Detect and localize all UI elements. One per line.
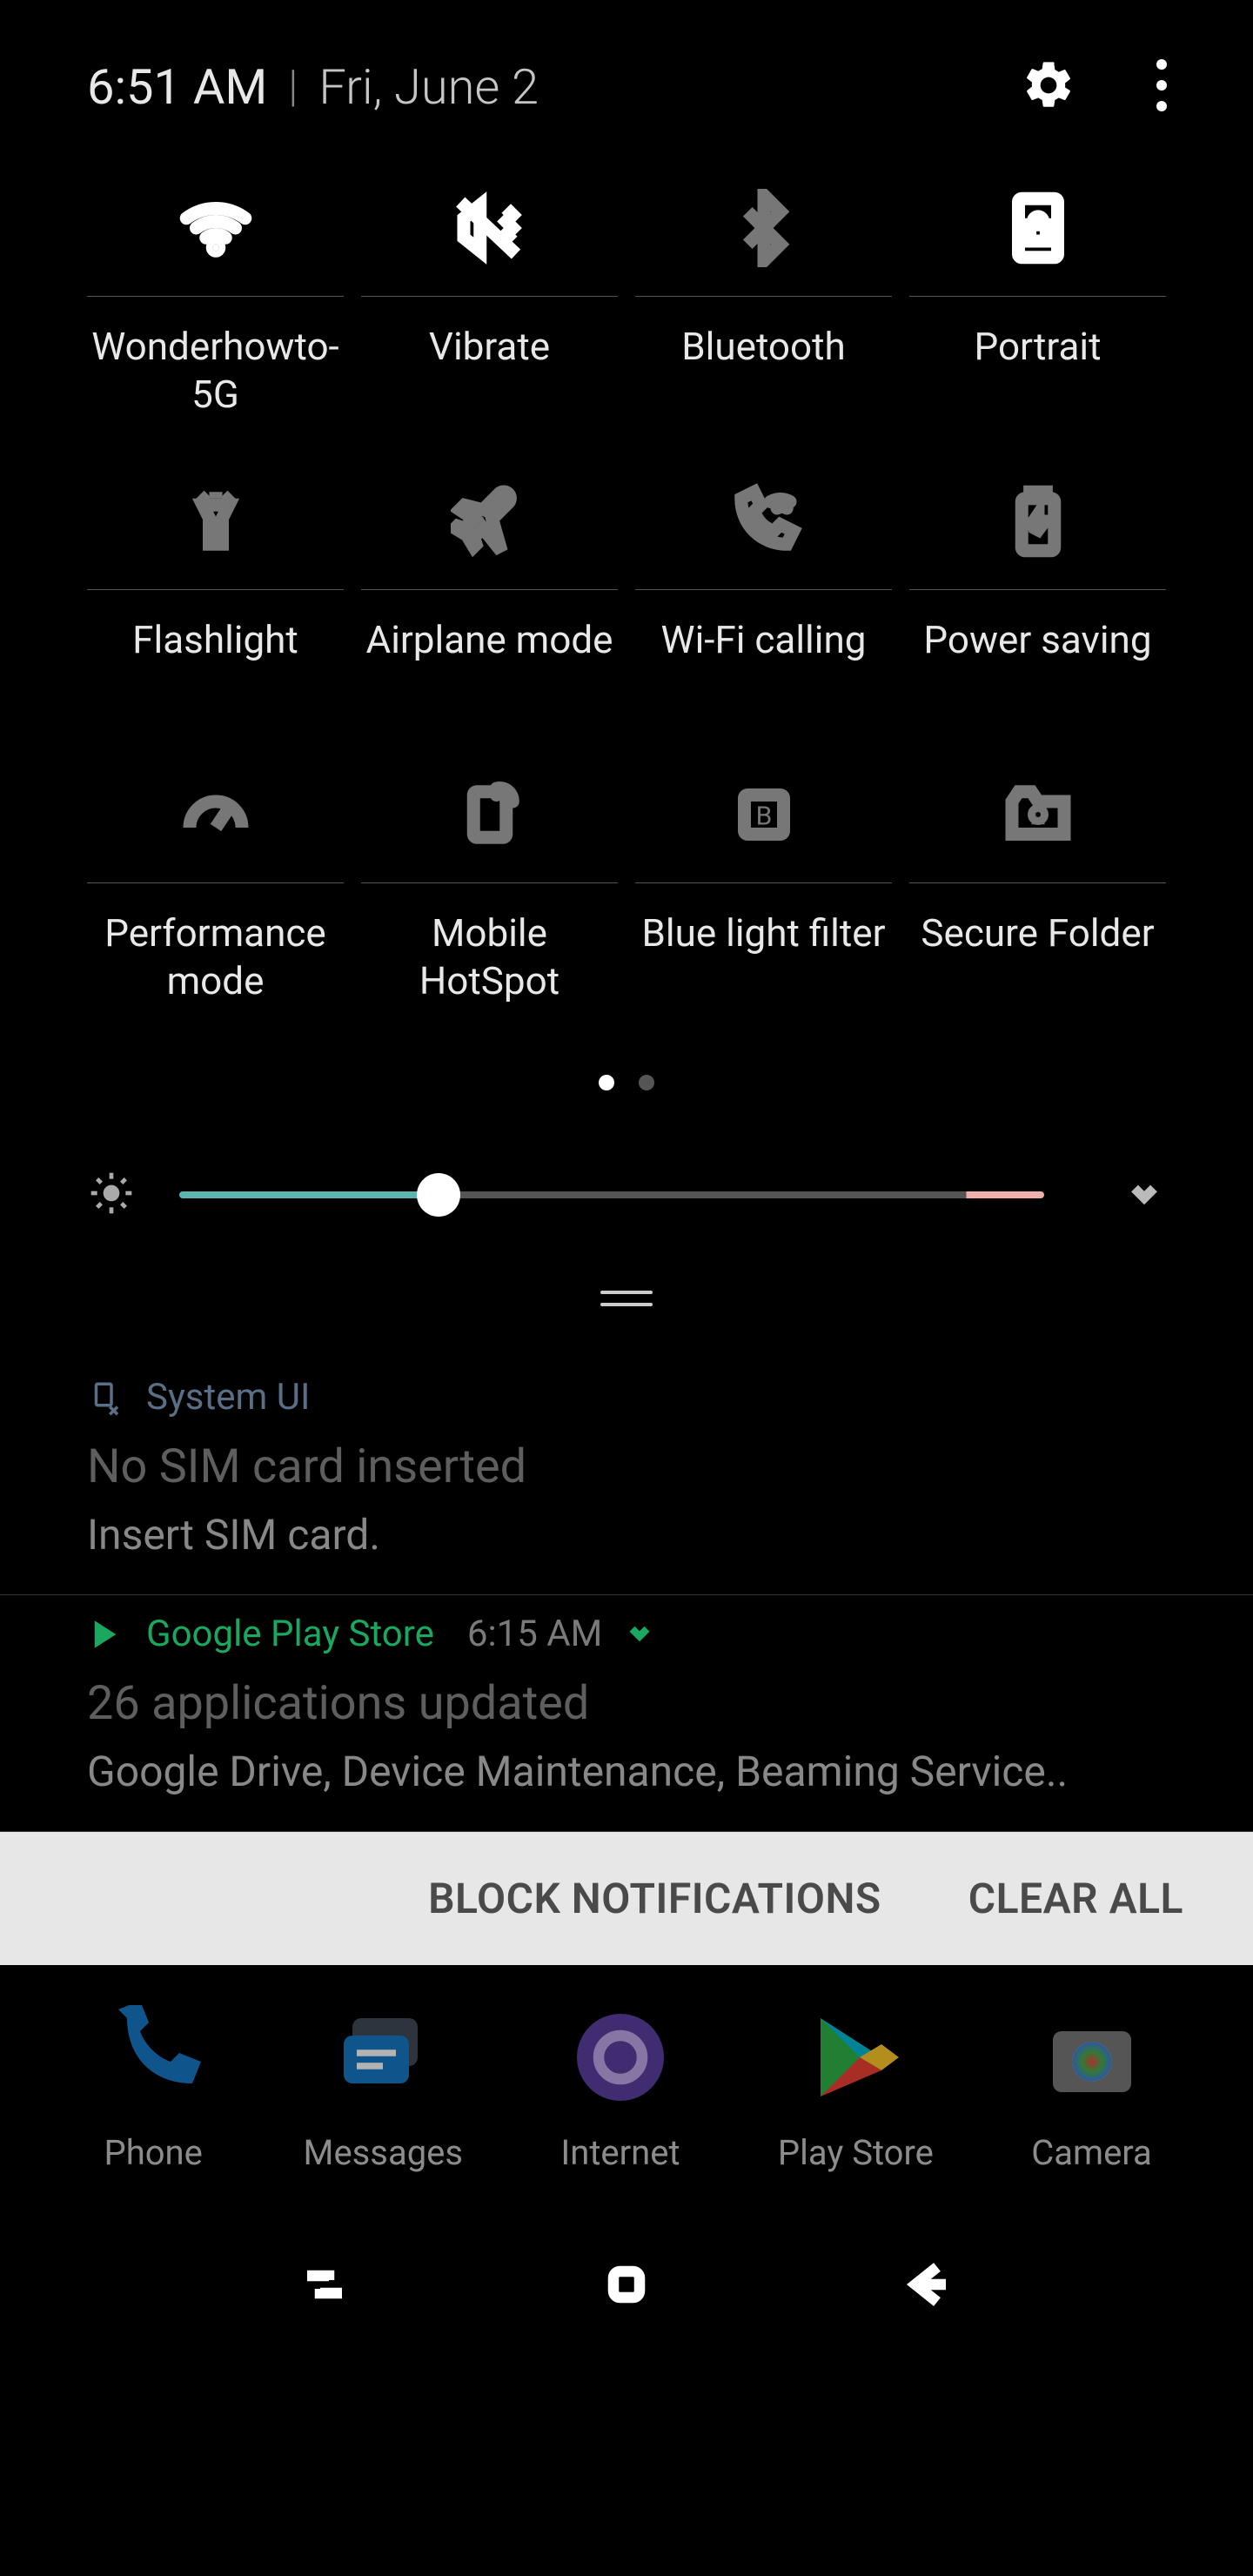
notification-time: 6:15 AM xyxy=(467,1613,602,1655)
qs-tile-power-saving[interactable]: Power saving xyxy=(909,471,1166,712)
notification-title: 26 applications updated xyxy=(87,1676,1166,1731)
qs-label: Flashlight xyxy=(132,616,298,712)
qs-tile-wifi-calling[interactable]: Wi-Fi calling xyxy=(635,471,892,712)
brightness-row xyxy=(0,1090,1253,1247)
nav-home[interactable] xyxy=(600,2258,653,2314)
dock-label: Camera xyxy=(1031,2132,1152,2173)
qs-tile-bluetooth[interactable]: Bluetooth xyxy=(635,178,892,419)
play-store-icon xyxy=(803,2005,908,2113)
qs-label: Performance mode xyxy=(87,909,344,1005)
notification-app-name: System UI xyxy=(146,1376,310,1419)
qs-tile-wifi[interactable]: Wonderhowto-5G xyxy=(87,178,344,419)
notification-body: Insert SIM card. xyxy=(87,1510,1166,1560)
qs-tile-secure-folder[interactable]: Secure Folder xyxy=(909,764,1166,1005)
recents-icon xyxy=(298,2298,351,2314)
settings-button[interactable] xyxy=(1009,48,1088,126)
dock-label: Messages xyxy=(304,2132,464,2173)
messages-icon xyxy=(331,2005,435,2113)
notification-actions: BLOCK NOTIFICATIONS CLEAR ALL xyxy=(0,1832,1253,1965)
power-saving-icon xyxy=(999,482,1077,564)
secure-folder-icon xyxy=(999,775,1077,857)
sim-missing-icon xyxy=(87,1379,124,1416)
qs-label: Airplane mode xyxy=(365,616,613,712)
qs-label: Mobile HotSpot xyxy=(361,909,618,1005)
qs-tile-bluelight[interactable]: B Blue light filter xyxy=(635,764,892,1005)
dock-camera[interactable]: Camera xyxy=(1031,2007,1152,2173)
internet-icon xyxy=(568,2005,673,2113)
brightness-slider[interactable] xyxy=(179,1191,1044,1198)
app-dock: Phone Messages Internet Play Store Camer… xyxy=(0,1965,1253,2208)
brightness-expand[interactable] xyxy=(1122,1173,1166,1217)
clock-time: 6:51 AM xyxy=(87,58,267,116)
notification-body: Google Drive, Device Maintenance, Beamin… xyxy=(87,1747,1166,1796)
dock-label: Internet xyxy=(560,2132,680,2173)
slider-thumb[interactable] xyxy=(417,1173,460,1217)
auto-brightness-button[interactable] xyxy=(87,1169,136,1221)
dock-label: Phone xyxy=(104,2132,202,2173)
pager-dot-active xyxy=(599,1075,614,1090)
flashlight-icon xyxy=(177,482,255,564)
time-date-divider: | xyxy=(288,62,298,112)
dock-label: Play Store xyxy=(778,2132,934,2173)
qs-label: Blue light filter xyxy=(642,909,886,1005)
bluetooth-icon xyxy=(725,189,803,271)
vibrate-icon xyxy=(451,189,529,271)
block-notifications-button[interactable]: BLOCK NOTIFICATIONS xyxy=(428,1874,881,1923)
qs-tile-vibrate[interactable]: Vibrate xyxy=(361,178,618,419)
notification-app-name: Google Play Store xyxy=(146,1613,434,1655)
dock-messages[interactable]: Messages xyxy=(304,2007,464,2173)
qs-tile-airplane[interactable]: Airplane mode xyxy=(361,471,618,712)
more-vert-icon xyxy=(1156,59,1167,115)
airplane-icon xyxy=(451,482,529,564)
pager-dots xyxy=(0,1040,1253,1090)
hotspot-icon xyxy=(451,775,529,857)
qs-label: Secure Folder xyxy=(921,909,1154,1005)
qs-label: Power saving xyxy=(923,616,1151,712)
brightness-icon xyxy=(87,1204,136,1221)
gear-icon xyxy=(1021,57,1076,117)
qs-label: Portrait xyxy=(974,323,1101,419)
qs-tile-hotspot[interactable]: Mobile HotSpot xyxy=(361,764,618,1005)
qs-tile-performance[interactable]: Performance mode xyxy=(87,764,344,1005)
pager-dot xyxy=(639,1075,654,1090)
camera-icon xyxy=(1040,2005,1144,2113)
dock-internet[interactable]: Internet xyxy=(560,2007,680,2173)
more-button[interactable] xyxy=(1122,48,1201,126)
clear-all-button[interactable]: CLEAR ALL xyxy=(968,1874,1183,1923)
notification-play-store[interactable]: Google Play Store 6:15 AM 26 application… xyxy=(0,1595,1253,1832)
phone-icon xyxy=(101,2005,205,2113)
quick-settings-grid: Wonderhowto-5G Vibrate Bluetooth Portrai… xyxy=(0,131,1253,1040)
chevron-down-icon xyxy=(1125,1174,1163,1216)
home-icon xyxy=(600,2298,653,2314)
nav-recents[interactable] xyxy=(298,2258,351,2314)
bluelight-icon: B xyxy=(725,775,803,857)
qs-label: Vibrate xyxy=(429,323,550,419)
portrait-lock-icon xyxy=(999,189,1077,271)
notification-expand[interactable] xyxy=(625,1618,654,1651)
back-icon xyxy=(902,2298,955,2314)
wifi-icon xyxy=(177,189,255,271)
qs-label: Wi-Fi calling xyxy=(661,616,867,712)
header: 6:51 AM | Fri, June 2 xyxy=(0,0,1253,131)
qs-label: Bluetooth xyxy=(681,323,845,419)
performance-icon xyxy=(177,775,255,857)
dock-phone[interactable]: Phone xyxy=(101,2007,205,2173)
clock-date: Fri, June 2 xyxy=(318,58,539,116)
wifi-calling-icon xyxy=(725,482,803,564)
play-store-icon xyxy=(87,1616,124,1653)
qs-tile-portrait[interactable]: Portrait xyxy=(909,178,1166,419)
notification-system-ui[interactable]: System UI No SIM card inserted Insert SI… xyxy=(0,1358,1253,1595)
notification-title: No SIM card inserted xyxy=(87,1439,1166,1494)
svg-text:B: B xyxy=(755,801,772,831)
dock-play-store[interactable]: Play Store xyxy=(778,2007,934,2173)
navigation-bar xyxy=(0,2208,1253,2365)
qs-label: Wonderhowto-5G xyxy=(87,323,344,419)
nav-back[interactable] xyxy=(902,2258,955,2314)
qs-tile-flashlight[interactable]: Flashlight xyxy=(87,471,344,712)
panel-handle[interactable] xyxy=(0,1247,1253,1358)
